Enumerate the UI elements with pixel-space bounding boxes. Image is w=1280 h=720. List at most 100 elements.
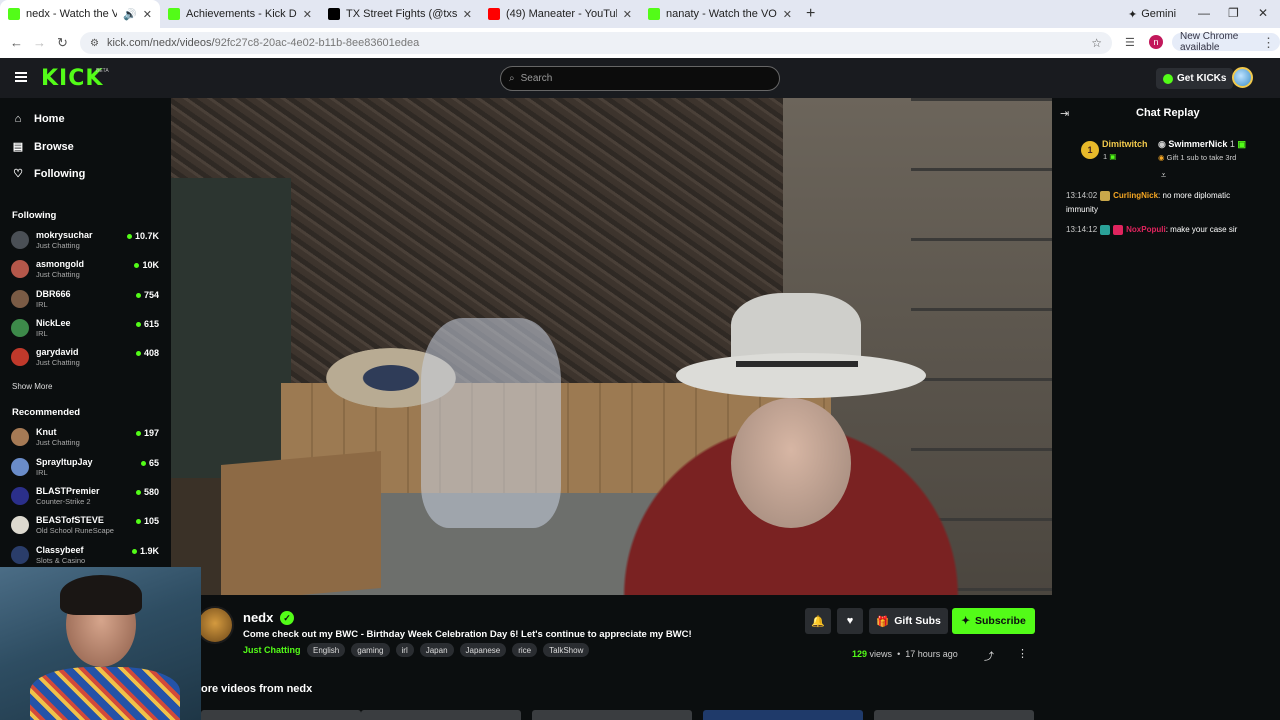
recommended-channel[interactable]: SprayItupJay IRL 65 bbox=[11, 456, 161, 484]
expand-leaderboard-icon[interactable]: ⩡ bbox=[1161, 170, 1166, 181]
following-channel[interactable]: mokrysuchar Just Chatting 10.7K bbox=[11, 229, 161, 257]
heart-icon: ♡ bbox=[13, 168, 23, 180]
following-channel[interactable]: NickLee IRL 615 bbox=[11, 317, 161, 345]
avatar bbox=[11, 260, 29, 278]
gifter-name[interactable]: Dimitwitch bbox=[1102, 139, 1148, 149]
reading-list-icon[interactable]: ☰ bbox=[1125, 36, 1135, 49]
channel-avatar[interactable] bbox=[196, 606, 234, 644]
share-icon[interactable]: ⤴ bbox=[984, 648, 994, 663]
channel-name: BEASTofSTEVE bbox=[36, 515, 104, 525]
video-thumbnail[interactable] bbox=[201, 710, 361, 720]
site-info-icon[interactable]: ⚙ bbox=[90, 38, 99, 49]
search-input[interactable]: ⌕ Search bbox=[500, 66, 780, 91]
message-user[interactable]: NoxPopuli bbox=[1126, 225, 1166, 234]
bookmark-star-icon[interactable]: ☆ bbox=[1091, 36, 1102, 50]
video-player[interactable] bbox=[171, 98, 1052, 595]
forward-icon[interactable]: → bbox=[33, 35, 46, 50]
separator-dot: • bbox=[897, 649, 901, 659]
video-thumbnail[interactable] bbox=[532, 710, 692, 720]
tag-list: English gaming irl Japan Japanese rice T… bbox=[307, 643, 590, 657]
gift-note[interactable]: ◉ Gift 1 sub to take 3rd bbox=[1158, 153, 1236, 162]
viewer-count-value: 65 bbox=[148, 458, 159, 468]
menu-icon[interactable] bbox=[15, 72, 27, 82]
recommended-channel[interactable]: BEASTofSTEVE Old School RuneScape 105 bbox=[11, 514, 161, 542]
recommended-channel[interactable]: BLASTPremier Counter-Strike 2 580 bbox=[11, 485, 161, 513]
minimize-icon[interactable]: — bbox=[1198, 6, 1210, 20]
live-dot-icon bbox=[135, 292, 141, 298]
close-tab-icon[interactable]: ✕ bbox=[783, 8, 792, 21]
tag[interactable]: TalkShow bbox=[543, 643, 590, 657]
sidebar-item-label: Home bbox=[34, 113, 65, 125]
channel-category: Just Chatting bbox=[36, 438, 80, 447]
close-window-icon[interactable]: ✕ bbox=[1258, 6, 1268, 20]
back-icon[interactable]: ← bbox=[10, 35, 23, 50]
viewer-count-value: 10.7K bbox=[134, 231, 159, 241]
video-thumbnail[interactable] bbox=[874, 710, 1034, 720]
more-options-icon[interactable]: ⋮ bbox=[1017, 647, 1028, 660]
tag[interactable]: Japan bbox=[419, 643, 454, 657]
show-more-link[interactable]: Show More bbox=[12, 382, 52, 391]
close-tab-icon[interactable]: ✕ bbox=[463, 8, 472, 21]
close-tab-icon[interactable]: ✕ bbox=[623, 8, 632, 21]
browser-tab[interactable]: nanaty - Watch the VOD on Kick ✕ bbox=[640, 0, 800, 28]
tag[interactable]: irl bbox=[395, 643, 414, 657]
reload-icon[interactable]: ↻ bbox=[57, 35, 68, 51]
gift-icon: 🎁 bbox=[876, 615, 890, 628]
channel-name[interactable]: nedx bbox=[243, 610, 273, 625]
video-thumbnail[interactable] bbox=[703, 710, 863, 720]
live-dot-icon bbox=[134, 262, 140, 268]
sidebar-item-home[interactable]: ⌂ Home bbox=[12, 113, 65, 125]
viewer-count-value: 408 bbox=[143, 348, 159, 358]
tag[interactable]: Japanese bbox=[459, 643, 507, 657]
collapse-chat-icon[interactable]: ⇥ bbox=[1060, 107, 1069, 120]
sidebar-item-browse[interactable]: ▤ Browse bbox=[12, 140, 74, 154]
message-time: 13:14:12 bbox=[1066, 225, 1098, 234]
browser-tab[interactable]: nedx - Watch the VOD on Kick 🔊 ✕ bbox=[0, 0, 160, 28]
user-avatar[interactable] bbox=[1232, 67, 1253, 88]
gift-note-text: Gift 1 sub to take 3rd bbox=[1166, 153, 1237, 162]
profile-avatar[interactable]: n bbox=[1149, 35, 1163, 49]
url-input[interactable]: ⚙ kick.com/nedx/videos/92fc27c8-20ac-4e0… bbox=[80, 32, 1112, 54]
sidebar-item-label: Following bbox=[34, 167, 86, 180]
follow-button[interactable]: ♥ bbox=[837, 608, 863, 634]
sidebar-item-following[interactable]: ♡ Following bbox=[12, 167, 86, 181]
new-tab-icon[interactable]: + bbox=[806, 5, 815, 23]
kick-favicon-icon bbox=[648, 8, 660, 20]
tag[interactable]: gaming bbox=[351, 643, 390, 657]
tab-title: (49) Maneater - YouTube bbox=[506, 8, 617, 20]
browser-tab[interactable]: TX Street Fights (@txstreetfigh... ✕ bbox=[320, 0, 480, 28]
speaker-icon[interactable]: 🔊 bbox=[123, 8, 137, 21]
close-tab-icon[interactable]: ✕ bbox=[303, 8, 312, 21]
live-dot-icon bbox=[140, 460, 146, 466]
following-channel[interactable]: garydavid Just Chatting 408 bbox=[11, 346, 161, 374]
gifter-entry[interactable]: ◉ SwimmerNick 1 ▣ bbox=[1158, 139, 1246, 150]
gift-subs-button[interactable]: 🎁 Gift Subs bbox=[869, 608, 948, 634]
maximize-icon[interactable]: ❐ bbox=[1228, 6, 1239, 20]
notification-bell-button[interactable]: 🔔 bbox=[805, 608, 831, 634]
browser-tab[interactable]: Achievements - Kick Dashboard ✕ bbox=[160, 0, 320, 28]
subscribe-button[interactable]: ✦ Subscribe bbox=[952, 608, 1035, 634]
browser-tab[interactable]: (49) Maneater - YouTube ✕ bbox=[480, 0, 640, 28]
gemini-button[interactable]: ✦ Gemini bbox=[1120, 5, 1184, 23]
close-tab-icon[interactable]: ✕ bbox=[143, 8, 152, 21]
channel-name: garydavid bbox=[36, 347, 79, 357]
browser-tab-bar: nedx - Watch the VOD on Kick 🔊 ✕ Achieve… bbox=[0, 0, 1280, 28]
avatar bbox=[11, 348, 29, 366]
kick-logo[interactable]: KICK bbox=[41, 66, 103, 91]
message-user[interactable]: CurlingNick bbox=[1113, 191, 1158, 200]
category-link[interactable]: Just Chatting bbox=[243, 645, 301, 655]
webcam-headphones bbox=[60, 575, 142, 615]
video-thumbnail[interactable] bbox=[361, 710, 521, 720]
recommended-channel[interactable]: Knut Just Chatting 197 bbox=[11, 426, 161, 454]
following-section-title: Following bbox=[12, 210, 57, 221]
avatar bbox=[11, 487, 29, 505]
tag[interactable]: rice bbox=[512, 643, 538, 657]
chrome-menu-icon[interactable]: ⋮ bbox=[1262, 35, 1275, 51]
tag[interactable]: English bbox=[307, 643, 346, 657]
following-channel[interactable]: DBR666 IRL 754 bbox=[11, 288, 161, 316]
get-kicks-button[interactable]: Get KICKs bbox=[1156, 68, 1234, 89]
following-channel[interactable]: asmongold Just Chatting 10K bbox=[11, 258, 161, 286]
x-favicon-icon bbox=[328, 8, 340, 20]
hat-band bbox=[736, 361, 858, 367]
chat-message: 13:14:12 NoxPopuli: make your case sir bbox=[1066, 223, 1262, 237]
